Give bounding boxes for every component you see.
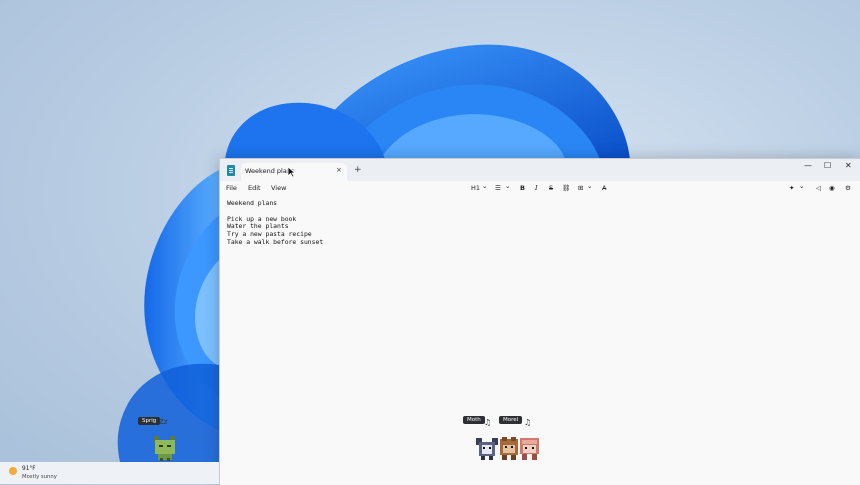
clear-formatting-icon[interactable]: A̶ [602, 184, 606, 192]
editor-line: Take a walk before sunset [227, 237, 324, 246]
text-editor[interactable]: Weekend plans Pick up a new book Water t… [227, 199, 847, 247]
editor-line: Weekend plans [227, 199, 278, 207]
italic-button[interactable]: I [535, 184, 538, 192]
list-chevron-icon[interactable]: ⌄ [505, 182, 510, 190]
copilot-icon[interactable]: ✦ [789, 184, 794, 192]
settings-icon[interactable]: ⚙ [845, 184, 851, 192]
mouse-pointer-icon [287, 166, 296, 178]
pet-label-morel: Morel [499, 416, 523, 424]
pet-label-sprig: Sprig [138, 417, 161, 425]
pet-sprig[interactable] [150, 434, 180, 462]
share-icon[interactable]: ◁ [816, 184, 821, 192]
menu-bar: File Edit View H1 ⌄ ☰ ⌄ B I S ⛓ ⊞ ⌄ A̶ ✦… [220, 181, 860, 197]
taskbar: 91°F Mostly sunny [0, 462, 219, 484]
sleep-zz-icon: Zz [159, 418, 168, 426]
close-button[interactable]: ✕ [845, 161, 852, 170]
menu-edit[interactable]: Edit [248, 184, 261, 192]
table-icon[interactable]: ⊞ [578, 184, 583, 192]
notepad-app-icon [227, 165, 235, 176]
copilot-chevron-icon[interactable]: ⌄ [799, 182, 804, 190]
maximize-button[interactable]: ☐ [824, 161, 831, 170]
table-chevron-icon[interactable]: ⌄ [587, 182, 592, 190]
pet-label-moth: Moth [463, 416, 485, 424]
editor-line: Water the plants [227, 222, 289, 231]
heading-chevron-icon[interactable]: ⌄ [482, 182, 487, 190]
sun-icon [9, 467, 17, 475]
link-icon[interactable]: ⛓ [562, 184, 570, 192]
pet-morel-pink[interactable] [517, 436, 542, 462]
editor-line: Pick up a new book [227, 214, 297, 223]
profile-icon[interactable]: ◉ [829, 184, 835, 192]
tab-close-icon[interactable]: × [336, 166, 342, 174]
list-icon[interactable]: ☰ [495, 184, 501, 192]
music-note-icon: ♫ [484, 418, 492, 427]
heading-dropdown[interactable]: H1 [471, 184, 480, 192]
minimize-button[interactable]: — [804, 161, 812, 170]
title-bar[interactable]: Weekend plans × + — ☐ ✕ [220, 159, 860, 181]
bold-button[interactable]: B [520, 184, 525, 192]
menu-view[interactable]: View [271, 184, 286, 192]
weather-temperature: 91°F [22, 466, 36, 472]
menu-file[interactable]: File [226, 184, 237, 192]
new-tab-button[interactable]: + [354, 165, 362, 175]
weather-condition: Mostly sunny [22, 474, 57, 480]
music-note-icon: ♫ [524, 418, 532, 427]
strikethrough-button[interactable]: S [549, 184, 553, 192]
